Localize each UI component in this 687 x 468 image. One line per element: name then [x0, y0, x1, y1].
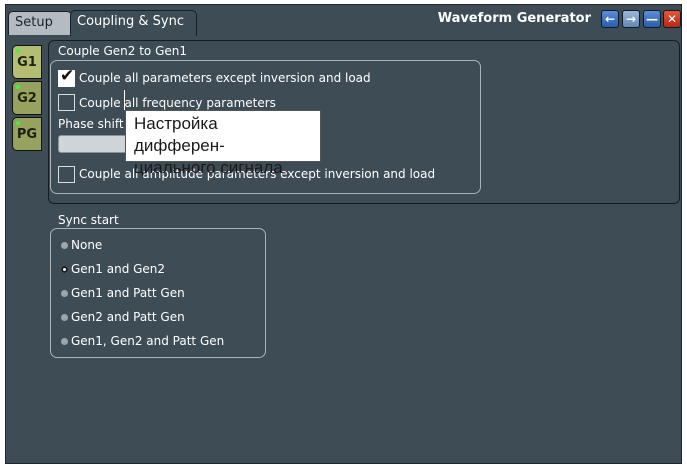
sidetab-label: PG: [16, 126, 38, 142]
callout-line-1: Настройка дифферен-: [134, 114, 225, 155]
couple-amplitude-checkbox[interactable]: [58, 166, 75, 183]
couple-all-params-label: Couple all parameters except inversion a…: [79, 71, 371, 85]
phase-shift-label: Phase shift: [58, 117, 124, 131]
checkmark-icon: ✔: [60, 66, 75, 86]
sync-option-label: Gen2 and Patt Gen: [71, 310, 185, 324]
sync-radio-gen1-gen2[interactable]: [61, 266, 68, 273]
callout-annotation: Настройка дифферен- циального сигнала: [125, 110, 321, 177]
couple-frequency-label: Couple all frequency parameters: [79, 96, 276, 110]
window-title: Waveform Generator: [437, 11, 591, 26]
couple-heading: Couple Gen2 to Gen1: [58, 44, 187, 58]
close-icon[interactable]: ✕: [663, 10, 681, 28]
sidetab-g2[interactable]: G2: [12, 81, 42, 115]
sidetab-label: G1: [17, 54, 37, 70]
sync-radio-all[interactable]: [61, 338, 68, 345]
right-arrow-icon[interactable]: →: [622, 10, 640, 28]
status-led-icon: [16, 49, 20, 53]
sync-radio-none[interactable]: [61, 242, 68, 249]
tab-coupling-sync[interactable]: Coupling & Sync: [70, 10, 197, 36]
sync-radio-gen1-patt[interactable]: [61, 290, 68, 297]
sync-heading: Sync start: [58, 213, 119, 227]
callout-line-2: циального сигнала: [134, 158, 283, 177]
status-led-icon: [16, 121, 20, 125]
sidetab-pg[interactable]: PG: [12, 117, 42, 151]
sidetab-g1[interactable]: G1: [12, 45, 42, 79]
sync-option-label: Gen1 and Patt Gen: [71, 286, 185, 300]
tab-bar: Setup Coupling & Sync Waveform Generator…: [6, 5, 681, 36]
sync-radio-gen2-patt[interactable]: [61, 314, 68, 321]
minimize-icon[interactable]: —: [643, 10, 661, 28]
callout-pointer: [124, 90, 125, 110]
waveform-generator-window: Setup Coupling & Sync Waveform Generator…: [5, 4, 682, 464]
tab-setup[interactable]: Setup: [8, 11, 72, 35]
left-arrow-icon[interactable]: ←: [601, 10, 619, 28]
status-led-icon: [16, 85, 20, 89]
sync-option-label: Gen1, Gen2 and Patt Gen: [71, 334, 225, 348]
sync-option-label: Gen1 and Gen2: [71, 262, 166, 276]
couple-all-params-checkbox[interactable]: ✔: [58, 66, 75, 87]
sync-option-label: None: [71, 238, 103, 252]
sidetab-label: G2: [17, 90, 37, 106]
couple-frequency-checkbox[interactable]: [58, 94, 75, 111]
